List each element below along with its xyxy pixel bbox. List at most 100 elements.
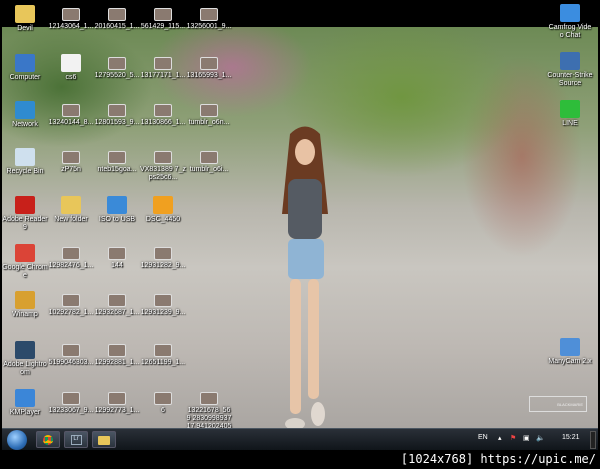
desktop-icon-pdf[interactable]: Adobe Reader 9	[2, 196, 48, 232]
desktop-icon-kmp[interactable]: KMPlayer	[2, 389, 48, 417]
image-icon	[108, 344, 126, 357]
image-icon	[62, 344, 80, 357]
desktop-icon-image[interactable]: 12801593_9...	[94, 101, 140, 127]
desktop-icon-lightroom[interactable]: Adobe Lightroom	[2, 341, 48, 377]
desktop-icon-app[interactable]: ISO to USB	[94, 196, 140, 224]
desktop-icon-file[interactable]: cs6	[48, 54, 94, 82]
desktop-icon-image[interactable]: tumblr_o6i...	[186, 148, 232, 174]
image-icon	[62, 247, 80, 260]
taskbar-chrome-button[interactable]	[36, 431, 60, 448]
show-hidden-icons-arrow[interactable]: ▴	[498, 434, 502, 442]
volume-icon[interactable]: 🔈	[536, 434, 545, 442]
desktop-icon-image[interactable]: 20160415_1...	[94, 5, 140, 31]
desktop-icon-image[interactable]: VX831389 7_zps25c6...	[140, 148, 186, 182]
image-icon	[108, 104, 126, 117]
desktop-icon-image[interactable]: 5199046303...	[48, 341, 94, 367]
desktop-icon-label: Recycle Bin	[6, 168, 44, 175]
image-icon	[154, 104, 172, 117]
desktop-icon-image[interactable]: 12143064_1...	[48, 5, 94, 31]
resolution-caption: [1024x768] https://upic.me/	[400, 452, 596, 466]
language-indicator[interactable]: EN	[478, 434, 488, 441]
image-icon	[200, 151, 218, 164]
desktop-icon-label: 12801593_9...	[94, 119, 140, 126]
desktop-icon-label: ManyCam 2.x	[548, 358, 592, 365]
desktop-icon-image[interactable]: 13240144_8...	[48, 101, 94, 127]
app-icon	[560, 4, 580, 22]
desktop-icon-image[interactable]: 12651199_1...	[140, 341, 186, 367]
desktop-icon-folder[interactable]: New folder	[48, 196, 94, 224]
desktop-icon-label: zP75n	[61, 166, 81, 173]
desktop-icon-image[interactable]: zP75n	[48, 148, 94, 174]
desktop-icon-label: Winamp	[12, 311, 38, 318]
show-desktop-button[interactable]	[590, 431, 596, 449]
image-icon	[154, 294, 172, 307]
desktop-icon-recycle[interactable]: Recycle Bin	[2, 148, 48, 176]
image-icon	[62, 392, 80, 405]
desktop-icon-label: 13165993_1...	[186, 72, 232, 79]
desktop-icon-image[interactable]: 12931239_9...	[140, 291, 186, 317]
desktop-icon-winamp[interactable]: Winamp	[2, 291, 48, 319]
desktop-icon-label: KMPlayer	[9, 409, 41, 416]
desktop-icon-app2[interactable]: DSC_4450	[140, 196, 186, 224]
watermark-text: BLACKMARIE	[557, 402, 583, 407]
desktop-icon-label: nteb15goa...	[97, 166, 137, 173]
desktop-icon-image[interactable]: 13177171_1...	[140, 54, 186, 80]
desktop-icon-label: tumblr_o6i...	[189, 166, 229, 173]
image-icon	[108, 392, 126, 405]
desktop-icon-label: Computer	[9, 74, 41, 81]
desktop-icon-label: Counter-Strike Source	[547, 72, 593, 87]
desktop-icon-image[interactable]: 144	[94, 244, 140, 270]
taskbar-explorer-button[interactable]	[92, 431, 116, 448]
desktop-icon-image[interactable]: 12992773_1...	[94, 389, 140, 415]
desktop-icon-image[interactable]: 13221678_569 283099893717 94120240519	[186, 389, 232, 428]
desktop-icon-image[interactable]: 13233067_9...	[48, 389, 94, 415]
desktop-icon-image[interactable]: tumblr_o6n...	[186, 101, 232, 127]
desktop-icon-image[interactable]: 13130866_1...	[140, 101, 186, 127]
desktop-icon-image[interactable]: 561429_115...	[140, 5, 186, 31]
desktop-icon-folder[interactable]: Devil	[2, 5, 48, 33]
desktop-icon-image[interactable]: 12992881_1...	[94, 341, 140, 367]
desktop-icon-shortcut[interactable]: ManyCam 2.x	[547, 338, 593, 366]
folder-icon	[61, 196, 81, 214]
image-icon	[200, 57, 218, 70]
desktop-icon-label: 12992773_1...	[94, 407, 140, 414]
start-button[interactable]	[7, 430, 27, 450]
desktop-icon-label: tumblr_o6n...	[188, 119, 230, 126]
action-center-icon[interactable]: ⚑	[510, 434, 516, 442]
image-icon	[154, 8, 172, 21]
desktop-icon-image[interactable]: 12982476_1...	[48, 244, 94, 270]
desktop-icon-image[interactable]: 12931282_9...	[140, 244, 186, 270]
desktop-icon-image[interactable]: 13256001_9...	[186, 5, 232, 31]
desktop-icon-label: 12931239_9...	[140, 309, 186, 316]
desktop-icon-label: 12992881_1...	[94, 359, 140, 366]
desktop-icon-label: 13233067_9...	[48, 407, 94, 414]
clock[interactable]: 15:21	[562, 434, 580, 441]
desktop-icon-label: 13256001_9...	[186, 23, 232, 30]
network-icon[interactable]: ▣	[523, 434, 530, 442]
taskbar-lightroom-button[interactable]: Lr	[64, 431, 88, 448]
desktop-icon-label: 13221678_569 283099893717 94120240519	[186, 407, 232, 428]
desktop-icon-label: 6	[161, 407, 165, 414]
recycle-icon	[15, 148, 35, 166]
lightroom-icon	[15, 341, 35, 359]
desktop-icon-image[interactable]: 12932687_1...	[94, 291, 140, 317]
desktop-icon-shortcut[interactable]: LINE	[547, 100, 593, 128]
kmp-icon	[15, 389, 35, 407]
network-icon	[15, 101, 35, 119]
desktop-icon-label: VX831389 7_zps25c6...	[140, 166, 186, 181]
desktop-icon-computer[interactable]: Computer	[2, 54, 48, 82]
desktop-icon-image[interactable]: nteb15goa...	[94, 148, 140, 174]
desktop-icon-shortcut[interactable]: Camfrog Video Chat	[547, 4, 593, 40]
desktop-icon-image[interactable]: 10292782_1...	[48, 291, 94, 317]
desktop-icon-label: 10292782_1...	[48, 309, 94, 316]
lightroom-icon: Lr	[70, 435, 82, 445]
desktop-icon-label: 13240144_8...	[48, 119, 94, 126]
image-icon	[154, 392, 172, 405]
desktop-icon-image[interactable]: 12795520_5...	[94, 54, 140, 80]
desktop-icon-image[interactable]: 6	[140, 389, 186, 415]
desktop-icon-network[interactable]: Network	[2, 101, 48, 129]
desktop-icon-image[interactable]: 13165993_1...	[186, 54, 232, 80]
desktop-icon-label: DSC_4450	[145, 216, 181, 223]
desktop-icon-shortcut[interactable]: Counter-Strike Source	[547, 52, 593, 88]
desktop-icon-chrome[interactable]: Google Chrome	[2, 244, 48, 280]
